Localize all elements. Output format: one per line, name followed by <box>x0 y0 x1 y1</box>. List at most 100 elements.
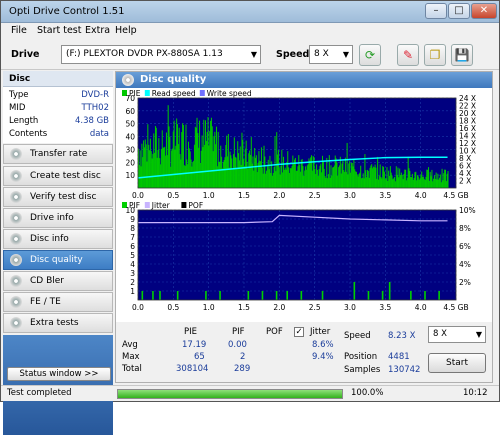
y-tick-label: 10 <box>125 171 135 180</box>
y2-tick-label: 6% <box>459 242 471 251</box>
nav-cd-bler[interactable]: CD Bler <box>3 271 113 291</box>
x-tick-label: 2.0 <box>273 191 285 198</box>
legend-label: Jitter <box>151 201 171 210</box>
status-bar: Test completed 100.0% 10:12 <box>1 385 499 401</box>
maximize-button[interactable]: □ <box>448 3 470 19</box>
status-window-button[interactable]: Status window >> <box>7 367 111 381</box>
pif-bar <box>381 291 384 300</box>
x-tick-label: 3.5 <box>379 191 391 198</box>
progress-bar <box>117 389 343 399</box>
pie-chart: PIE Read speed Write speed102030405060700.… <box>122 89 476 198</box>
drive-select-value: (F:) PLEXTOR DVDR PX-880SA 1.13 <box>66 49 223 59</box>
nav-disc-quality[interactable]: Disc quality <box>3 250 113 270</box>
nav-label: CD Bler <box>30 276 64 286</box>
nav-fe-te[interactable]: FE / TE <box>3 292 113 312</box>
pif-bar <box>286 291 288 300</box>
x-tick-label: 2.0 <box>273 303 285 310</box>
disc-type-value: DVD-R <box>81 90 109 100</box>
panel-title: Disc quality <box>140 74 207 85</box>
stats-max-jitter: 9.4% <box>312 352 334 362</box>
nav-transfer-rate[interactable]: Transfer rate <box>3 144 113 164</box>
y-tick-label: 7 <box>130 233 135 242</box>
menu-bar: File Start test Extra Help <box>1 23 499 39</box>
pif-bar <box>388 282 391 300</box>
start-button[interactable]: Start <box>428 353 486 373</box>
save-icon[interactable]: 💾 <box>451 44 473 66</box>
nav-label: FE / TE <box>30 297 61 307</box>
x-tick-label: 3.5 <box>379 303 391 310</box>
close-button[interactable]: ✕ <box>471 3 497 19</box>
position-label: Position <box>344 352 378 362</box>
minimize-button[interactable]: – <box>425 3 447 19</box>
x-tick-label: 3.0 <box>344 303 356 310</box>
y2-tick-label: 24 X <box>459 94 476 103</box>
y-tick-label: 8 <box>130 224 135 233</box>
x-tick-label: 2.5 <box>309 303 321 310</box>
speed-stat-value: 8.23 X <box>388 331 416 341</box>
drive-select[interactable]: (F:) PLEXTOR DVDR PX-880SA 1.13 ▼ <box>61 45 261 64</box>
x-tick-label: 4.5 GB <box>443 191 468 198</box>
menu-start-test[interactable]: Start test <box>37 25 81 36</box>
disc-length-key: Length <box>9 116 39 126</box>
nav-disc-info[interactable]: Disc info <box>3 229 113 249</box>
disc-icon <box>10 170 22 182</box>
nav-verify-test-disc[interactable]: Verify test disc <box>3 187 113 207</box>
disc-info-table: Type DVD-R MID TTH02 Length 4.38 GB Cont… <box>3 87 113 143</box>
app-window: Opti Drive Control 1.51 – □ ✕ File Start… <box>0 0 500 435</box>
speed-select[interactable]: 8 X ▼ <box>309 45 353 64</box>
disc-mid-key: MID <box>9 103 26 113</box>
y-tick-label: 30 <box>125 145 135 154</box>
pif-bar <box>367 291 370 300</box>
y-tick-label: 20 <box>125 158 135 167</box>
nav-label: Disc info <box>30 234 69 244</box>
status-time: 10:12 <box>463 388 488 398</box>
pif-bar <box>219 291 221 300</box>
pif-bar <box>353 282 356 300</box>
pif-bar <box>152 291 154 300</box>
stats-avg-pie: 17.19 <box>182 340 207 350</box>
nav-drive-info[interactable]: Drive info <box>3 208 113 228</box>
legend-swatch <box>181 202 187 208</box>
nav-label: Drive info <box>30 213 74 223</box>
refresh-icon[interactable]: ⟳ <box>359 44 381 66</box>
jitter-checkbox[interactable]: ✓ <box>294 327 304 337</box>
y-tick-label: 4 <box>130 260 135 269</box>
pif-bar <box>275 291 278 300</box>
stats-max-pif: 2 <box>240 352 246 362</box>
samples-value: 130742 <box>388 365 421 375</box>
menu-extra[interactable]: Extra <box>85 25 110 36</box>
stats-avg-pif: 0.00 <box>228 340 247 350</box>
x-tick-label: 1.0 <box>203 191 215 198</box>
pif-bar <box>321 291 324 300</box>
progress-fill <box>118 390 342 398</box>
pif-bar <box>159 291 161 300</box>
speed-label: Speed <box>276 49 310 60</box>
y-tick-label: 70 <box>125 94 135 103</box>
test-speed-value: 8 X <box>433 329 447 339</box>
legend-label: POF <box>188 201 203 210</box>
nav-create-test-disc[interactable]: Create test disc <box>3 166 113 186</box>
disc-icon <box>10 296 22 308</box>
nav-label: Verify test disc <box>30 192 97 202</box>
chevron-down-icon: ▼ <box>342 50 349 59</box>
panel-header: Disc quality <box>116 72 492 88</box>
progress-label: 100.0% <box>351 388 384 398</box>
test-speed-select[interactable]: 8 X ▼ <box>428 326 486 343</box>
y-tick-label: 2 <box>130 278 135 287</box>
y-tick-label: 9 <box>130 215 135 224</box>
y2-tick-label: 10% <box>459 206 476 215</box>
copy-icon[interactable]: ❐ <box>424 44 446 66</box>
nav-extra-tests[interactable]: Extra tests <box>3 313 113 333</box>
y2-tick-label: 4% <box>459 260 471 269</box>
eraser-icon[interactable]: ✎ <box>397 44 419 66</box>
window-title: Opti Drive Control 1.51 <box>9 6 125 17</box>
menu-file[interactable]: File <box>11 25 27 36</box>
y-tick-label: 10 <box>125 206 135 215</box>
x-tick-label: 4.0 <box>415 191 427 198</box>
chevron-down-icon: ▼ <box>475 330 482 339</box>
status-text: Test completed <box>7 388 72 398</box>
speed-stat-label: Speed <box>344 331 371 341</box>
menu-help[interactable]: Help <box>115 25 137 36</box>
disc-icon <box>122 74 134 86</box>
x-tick-label: 4.5 GB <box>443 303 468 310</box>
